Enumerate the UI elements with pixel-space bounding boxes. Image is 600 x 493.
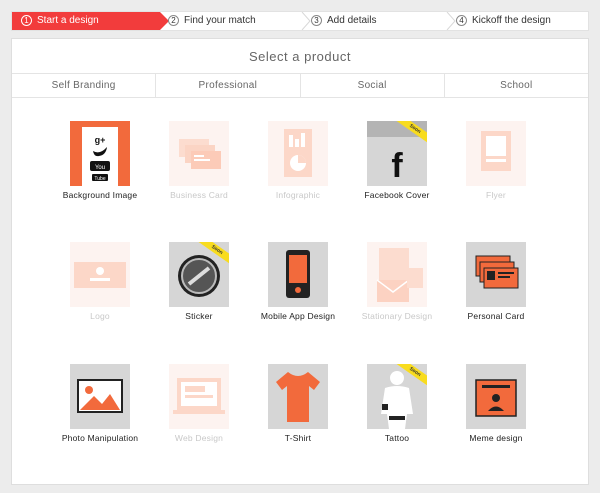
step-number: 1 (21, 15, 32, 26)
step-label: Kickoff the design (472, 15, 551, 26)
progress-stepper: 1 Start a design 2 Find your match 3 Add de… (11, 11, 589, 31)
product-background-image[interactable]: g+ You Tube Background Image (55, 121, 145, 200)
product-web-design[interactable]: Web Design (154, 364, 244, 443)
personal-card-icon (466, 242, 526, 307)
logo-icon (70, 242, 130, 307)
product-label: Web Design (174, 433, 224, 443)
product-label: Mobile App Design (260, 311, 336, 321)
step-number: 4 (456, 15, 467, 26)
tab-school[interactable]: School (445, 74, 588, 97)
product-label: Stationary Design (361, 311, 433, 321)
svg-text:You: You (95, 165, 105, 171)
stationary-icon (367, 242, 427, 307)
step-start-design[interactable]: 1 Start a design (12, 12, 169, 30)
product-logo[interactable]: Logo (55, 242, 145, 321)
photo-icon (70, 364, 130, 429)
step-number: 2 (168, 15, 179, 26)
tab-professional[interactable]: Professional (156, 74, 301, 97)
social-icons-icon: g+ You Tube (70, 121, 130, 186)
product-label: Background Image (62, 190, 138, 200)
product-business-card[interactable]: Business Card (154, 121, 244, 200)
product-tattoo[interactable]: Soon Tattoo (352, 364, 442, 443)
tab-self-branding[interactable]: Self Branding (12, 74, 157, 97)
product-label: Logo (90, 311, 110, 321)
product-label: Facebook Cover (364, 190, 430, 200)
svg-text:f: f (391, 147, 403, 185)
step-add-details[interactable]: 3 Add details (311, 12, 376, 30)
category-tabs: Self Branding Professional Social School (12, 74, 588, 98)
svg-text:g+: g+ (95, 135, 106, 145)
infographic-icon (268, 121, 328, 186)
product-label: T-Shirt (284, 433, 312, 443)
product-infographic[interactable]: Infographic (253, 121, 343, 200)
product-tshirt[interactable]: T-Shirt (253, 364, 343, 443)
product-label: Meme design (469, 433, 523, 443)
mobile-app-icon (268, 242, 328, 307)
product-panel: Select a product Self Branding Professio… (11, 38, 589, 485)
web-design-icon (169, 364, 229, 429)
product-label: Flyer (486, 190, 506, 200)
product-label: Infographic (275, 190, 321, 200)
business-card-icon (169, 121, 229, 186)
step-label: Find your match (184, 15, 256, 26)
product-meme-design[interactable]: Meme design (451, 364, 541, 443)
step-number: 3 (311, 15, 322, 26)
meme-icon (466, 364, 526, 429)
product-label: Personal Card (467, 311, 525, 321)
product-mobile-app-design[interactable]: Mobile App Design (253, 242, 343, 321)
chevron-right-icon (446, 12, 456, 30)
product-stationary-design[interactable]: Stationary Design (352, 242, 442, 321)
svg-text:Tube: Tube (94, 176, 105, 182)
product-photo-manipulation[interactable]: Photo Manipulation (55, 364, 145, 443)
chevron-right-icon (301, 12, 311, 30)
product-label: Tattoo (384, 433, 410, 443)
tattoo-icon: Soon (367, 364, 427, 429)
step-label: Start a design (37, 15, 99, 26)
tshirt-icon (268, 364, 328, 429)
flyer-icon (466, 121, 526, 186)
step-find-match[interactable]: 2 Find your match (168, 12, 256, 30)
product-facebook-cover[interactable]: f Soon Facebook Cover (352, 121, 442, 200)
product-label: Business Card (170, 190, 228, 200)
facebook-icon: f Soon (367, 121, 427, 186)
step-kickoff[interactable]: 4 Kickoff the design (456, 12, 551, 30)
product-label: Photo Manipulation (61, 433, 139, 443)
product-label: Sticker (185, 311, 213, 321)
tab-social[interactable]: Social (301, 74, 445, 97)
product-flyer[interactable]: Flyer (451, 121, 541, 200)
step-label: Add details (327, 15, 377, 26)
sticker-icon: Soon (169, 242, 229, 307)
panel-title: Select a product (12, 39, 588, 74)
product-personal-card[interactable]: Personal Card (451, 242, 541, 321)
product-sticker[interactable]: Soon Sticker (154, 242, 244, 321)
